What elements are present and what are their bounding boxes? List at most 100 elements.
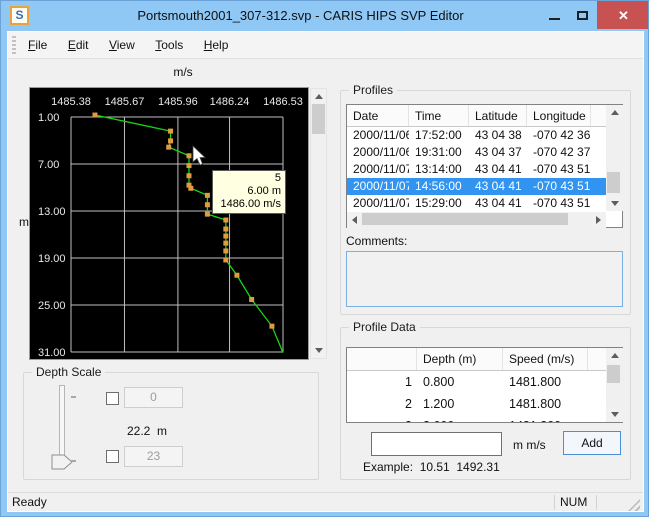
- profile-row[interactable]: 2000/11/07 13:14:00 43 04 41 -070 43 51: [347, 161, 622, 178]
- profile-data-row[interactable]: 3 2.600 1481.800: [347, 415, 622, 423]
- comments-textarea[interactable]: [346, 251, 623, 307]
- arrow-down-icon: [611, 412, 619, 417]
- minimize-icon: [549, 18, 560, 20]
- scrollbar-track[interactable]: [311, 104, 326, 343]
- column-header-index[interactable]: [347, 348, 417, 370]
- cell-time: 13:14:00: [409, 161, 469, 178]
- cell-date: 2000/11/07: [347, 195, 409, 212]
- profile-data-row[interactable]: 2 1.200 1481.800: [347, 393, 622, 415]
- arrow-up-icon: [315, 94, 323, 99]
- depth-scale-label: Depth Scale: [32, 365, 105, 379]
- cell-depth: 1.200: [417, 393, 503, 415]
- profile-row-selected[interactable]: 2000/11/07 14:56:00 43 04 41 -070 43 51: [347, 178, 622, 195]
- scroll-down-button[interactable]: [606, 407, 623, 422]
- profile-chart[interactable]: 1485.381485.671485.961486.241486.531.007…: [29, 87, 309, 360]
- profile-data-row[interactable]: 1 0.800 1481.800: [347, 371, 622, 393]
- cell-index: 2: [347, 393, 417, 415]
- window-title: Portsmouth2001_307-312.svp - CARIS HIPS …: [61, 1, 540, 30]
- min-depth-checkbox[interactable]: [106, 392, 119, 405]
- cell-depth: 2.600: [417, 415, 503, 423]
- depth-slider-thumb[interactable]: [51, 454, 73, 470]
- column-header-date[interactable]: Date: [347, 105, 409, 126]
- num-lock-indicator: NUM: [560, 495, 587, 509]
- cell-time: 17:52:00: [409, 127, 469, 144]
- add-button[interactable]: Add: [563, 431, 621, 455]
- profile-data-header: Depth (m) Speed (m/s): [347, 348, 622, 371]
- status-separator: [596, 495, 597, 510]
- profiles-table-header: Date Time Latitude Longitude: [347, 105, 622, 127]
- cell-longitude: -070 43 51: [527, 161, 591, 178]
- toolbar-gripper[interactable]: [12, 36, 16, 55]
- scrollbar-track[interactable]: [606, 120, 623, 196]
- menu-view[interactable]: View: [101, 32, 143, 58]
- svg-text:1485.38: 1485.38: [51, 96, 91, 108]
- scroll-up-button[interactable]: [311, 89, 326, 104]
- arrow-down-icon: [315, 348, 323, 353]
- minimize-button[interactable]: [541, 1, 567, 29]
- svg-text:13.00: 13.00: [38, 206, 66, 218]
- chart-tooltip: 5 6.00 m 1486.00 m/s: [212, 170, 286, 214]
- scroll-down-button[interactable]: [606, 196, 623, 211]
- column-header-depth[interactable]: Depth (m): [417, 348, 503, 370]
- scrollbar-thumb[interactable]: [362, 213, 568, 225]
- profile-data-label: Profile Data: [349, 320, 420, 334]
- cell-time: 14:56:00: [409, 178, 469, 195]
- menu-help[interactable]: Help: [196, 32, 237, 58]
- scroll-down-button[interactable]: [311, 343, 326, 358]
- slider-tick-bottom: [71, 460, 76, 462]
- scrollbar-track[interactable]: [606, 363, 623, 407]
- column-header-time[interactable]: Time: [409, 105, 469, 126]
- maximize-button[interactable]: [569, 1, 595, 29]
- app-icon[interactable]: S: [10, 6, 29, 25]
- column-header-latitude[interactable]: Latitude: [469, 105, 527, 126]
- profiles-vertical-scrollbar: [606, 105, 623, 211]
- cell-speed: 1481.800: [503, 415, 588, 423]
- chart-plot: 1485.381485.671485.961486.241486.531.007…: [30, 88, 308, 359]
- profile-row[interactable]: 2000/11/06 17:52:00 43 04 38 -070 42 36: [347, 127, 622, 144]
- title-bar: S Portsmouth2001_307-312.svp - CARIS HIP…: [1, 1, 649, 31]
- tooltip-point-index: 5: [213, 172, 281, 185]
- arrow-left-icon: [352, 216, 357, 224]
- cell-date: 2000/11/06: [347, 127, 409, 144]
- close-button[interactable]: ✕: [597, 1, 649, 29]
- max-depth-checkbox[interactable]: [106, 450, 119, 463]
- cell-depth: 0.800: [417, 371, 503, 393]
- cell-speed: 1481.800: [503, 371, 588, 393]
- svg-text:1.00: 1.00: [38, 112, 59, 124]
- profile-row[interactable]: 2000/11/06 19:31:00 43 04 37 -070 42 37: [347, 144, 622, 161]
- resize-grip[interactable]: [628, 499, 640, 511]
- scrollbar-track[interactable]: [362, 212, 591, 228]
- column-header-longitude[interactable]: Longitude: [527, 105, 591, 126]
- profiles-horizontal-scrollbar: [347, 212, 606, 228]
- svg-text:31.00: 31.00: [38, 347, 66, 359]
- scrollbar-thumb[interactable]: [607, 365, 620, 383]
- scroll-right-button[interactable]: [591, 212, 606, 228]
- menu-tools[interactable]: Tools: [147, 32, 191, 58]
- scrollbar-thumb[interactable]: [312, 104, 325, 134]
- new-point-input[interactable]: [371, 432, 502, 456]
- column-header-speed[interactable]: Speed (m/s): [503, 348, 588, 370]
- tooltip-speed: 1486.00 m/s: [213, 198, 281, 211]
- arrow-down-icon: [611, 201, 619, 206]
- cell-speed: 1481.800: [503, 393, 588, 415]
- cell-date: 2000/11/07: [347, 161, 409, 178]
- profile-data-table: Depth (m) Speed (m/s) 1 0.800 1481.800 2…: [346, 347, 623, 423]
- cell-time: 19:31:00: [409, 144, 469, 161]
- scroll-up-button[interactable]: [606, 105, 623, 120]
- tooltip-depth: 6.00 m: [213, 185, 281, 198]
- scroll-up-button[interactable]: [606, 348, 623, 363]
- menu-file[interactable]: File: [20, 32, 55, 58]
- profiles-table: Date Time Latitude Longitude 2000/11/06 …: [346, 104, 623, 228]
- scrollbar-thumb[interactable]: [607, 172, 620, 193]
- cell-latitude: 43 04 41: [469, 178, 527, 195]
- profile-row[interactable]: 2000/11/07 15:29:00 43 04 41 -070 43 51: [347, 195, 622, 212]
- cell-longitude: -070 42 36: [527, 127, 591, 144]
- comments-label: Comments:: [346, 234, 407, 248]
- status-separator: [554, 495, 555, 510]
- menu-edit[interactable]: Edit: [60, 32, 97, 58]
- arrow-right-icon: [596, 216, 601, 224]
- slider-tick-top: [71, 396, 76, 398]
- svg-text:1485.96: 1485.96: [158, 96, 198, 108]
- min-depth-field: 0: [124, 387, 183, 408]
- scroll-left-button[interactable]: [347, 212, 362, 228]
